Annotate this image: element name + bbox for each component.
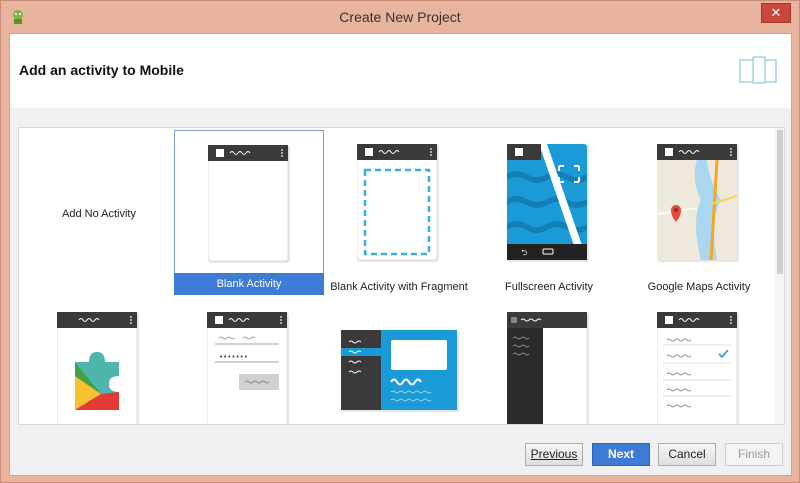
activity-tile-maps[interactable]: Google Maps Activity bbox=[624, 130, 774, 295]
activity-tile-no-activity[interactable]: Add No Activity bbox=[24, 130, 174, 295]
activity-gallery: Add No Activity Blank Activity Blank Act… bbox=[18, 127, 785, 425]
header-panel: Add an activity to Mobile bbox=[10, 34, 791, 108]
activity-tile-fullscreen[interactable]: ⮌ Fullscreen Activity bbox=[474, 130, 624, 295]
window-title: Create New Project bbox=[339, 9, 461, 25]
dialog-window: Create New Project ✕ Add an activity to … bbox=[0, 0, 800, 483]
blank-activity-preview-icon bbox=[208, 145, 290, 263]
navigation-drawer-preview-icon bbox=[507, 312, 589, 424]
activity-tile-play-services[interactable] bbox=[24, 298, 174, 424]
next-button[interactable]: Next bbox=[592, 443, 650, 466]
cancel-button[interactable]: Cancel bbox=[658, 443, 716, 466]
tile-label: Blank Activity with Fragment bbox=[330, 281, 468, 293]
gallery-scrollbar[interactable] bbox=[775, 128, 784, 424]
play-services-preview-icon bbox=[57, 312, 139, 424]
finish-button[interactable]: Finish bbox=[725, 443, 783, 466]
master-detail-preview-icon bbox=[341, 330, 459, 412]
tile-label: Blank Activity bbox=[174, 273, 324, 295]
scrollbar-thumb[interactable] bbox=[777, 130, 783, 274]
activity-tile-navigation-drawer[interactable] bbox=[474, 298, 624, 424]
fragment-activity-preview-icon bbox=[357, 144, 439, 262]
activity-tile-master-detail[interactable] bbox=[324, 298, 474, 424]
title-bar: Create New Project ✕ bbox=[1, 1, 799, 33]
dialog-content: Add an activity to Mobile Add No Activit… bbox=[9, 33, 792, 476]
device-tablet-icon bbox=[739, 56, 777, 84]
close-button[interactable]: ✕ bbox=[761, 3, 791, 23]
activity-tile-login[interactable]: ••••••• bbox=[174, 298, 324, 424]
svg-text:⮌: ⮌ bbox=[521, 248, 527, 257]
svg-text:•••••••: ••••••• bbox=[219, 353, 248, 361]
tile-label: Google Maps Activity bbox=[647, 281, 751, 293]
page-title: Add an activity to Mobile bbox=[19, 62, 184, 78]
fullscreen-activity-preview-icon: ⮌ bbox=[507, 144, 589, 262]
tile-label: Fullscreen Activity bbox=[504, 281, 594, 293]
activity-tile-settings[interactable] bbox=[624, 298, 774, 424]
activity-tile-blank[interactable]: Blank Activity bbox=[174, 130, 324, 295]
activity-tile-fragment[interactable]: Blank Activity with Fragment bbox=[324, 130, 474, 295]
tile-label: Add No Activity bbox=[62, 208, 136, 220]
previous-button[interactable]: Previous bbox=[525, 443, 583, 466]
login-activity-preview-icon: ••••••• bbox=[207, 312, 289, 424]
previous-label: Previous bbox=[530, 447, 578, 461]
maps-activity-preview-icon bbox=[657, 144, 739, 262]
settings-activity-preview-icon bbox=[657, 312, 739, 424]
